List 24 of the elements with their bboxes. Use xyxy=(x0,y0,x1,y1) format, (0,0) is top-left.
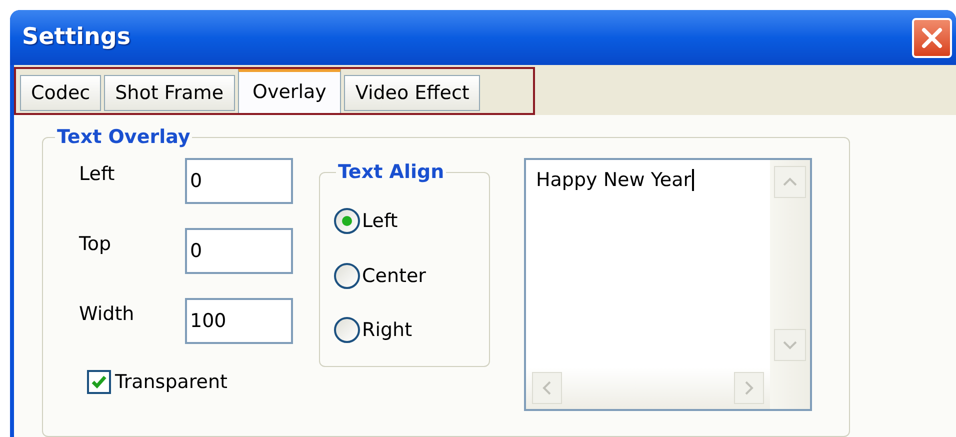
tab[interactable]: Overlay xyxy=(238,69,342,113)
checkmark-icon xyxy=(91,375,107,390)
tab[interactable]: Shot Frame xyxy=(104,75,235,111)
input-field[interactable]: 0 xyxy=(185,228,293,274)
tab[interactable]: Codec xyxy=(20,75,102,111)
checkbox[interactable] xyxy=(87,370,111,394)
text-value: Happy New Year xyxy=(536,169,694,191)
input-field[interactable]: 100 xyxy=(185,298,293,344)
radio-label: Center xyxy=(362,264,426,288)
field-label: Top xyxy=(79,232,112,257)
radio-label: Left xyxy=(362,209,398,234)
radio-button[interactable] xyxy=(334,208,360,234)
window-title: Settings xyxy=(22,23,131,52)
checkbox-label: Transparent xyxy=(115,370,228,395)
radio-label: Right xyxy=(362,318,412,343)
input-field[interactable]: 0 xyxy=(185,158,293,204)
tab[interactable]: Video Effect xyxy=(344,75,480,111)
radio-button[interactable] xyxy=(334,317,360,344)
radio-button[interactable] xyxy=(334,262,360,289)
text-area[interactable]: Happy New Year xyxy=(524,158,812,411)
field-label: Width xyxy=(79,302,136,327)
close-icon xyxy=(921,26,943,48)
field-label: Left xyxy=(79,162,116,187)
close-button[interactable] xyxy=(912,18,952,58)
